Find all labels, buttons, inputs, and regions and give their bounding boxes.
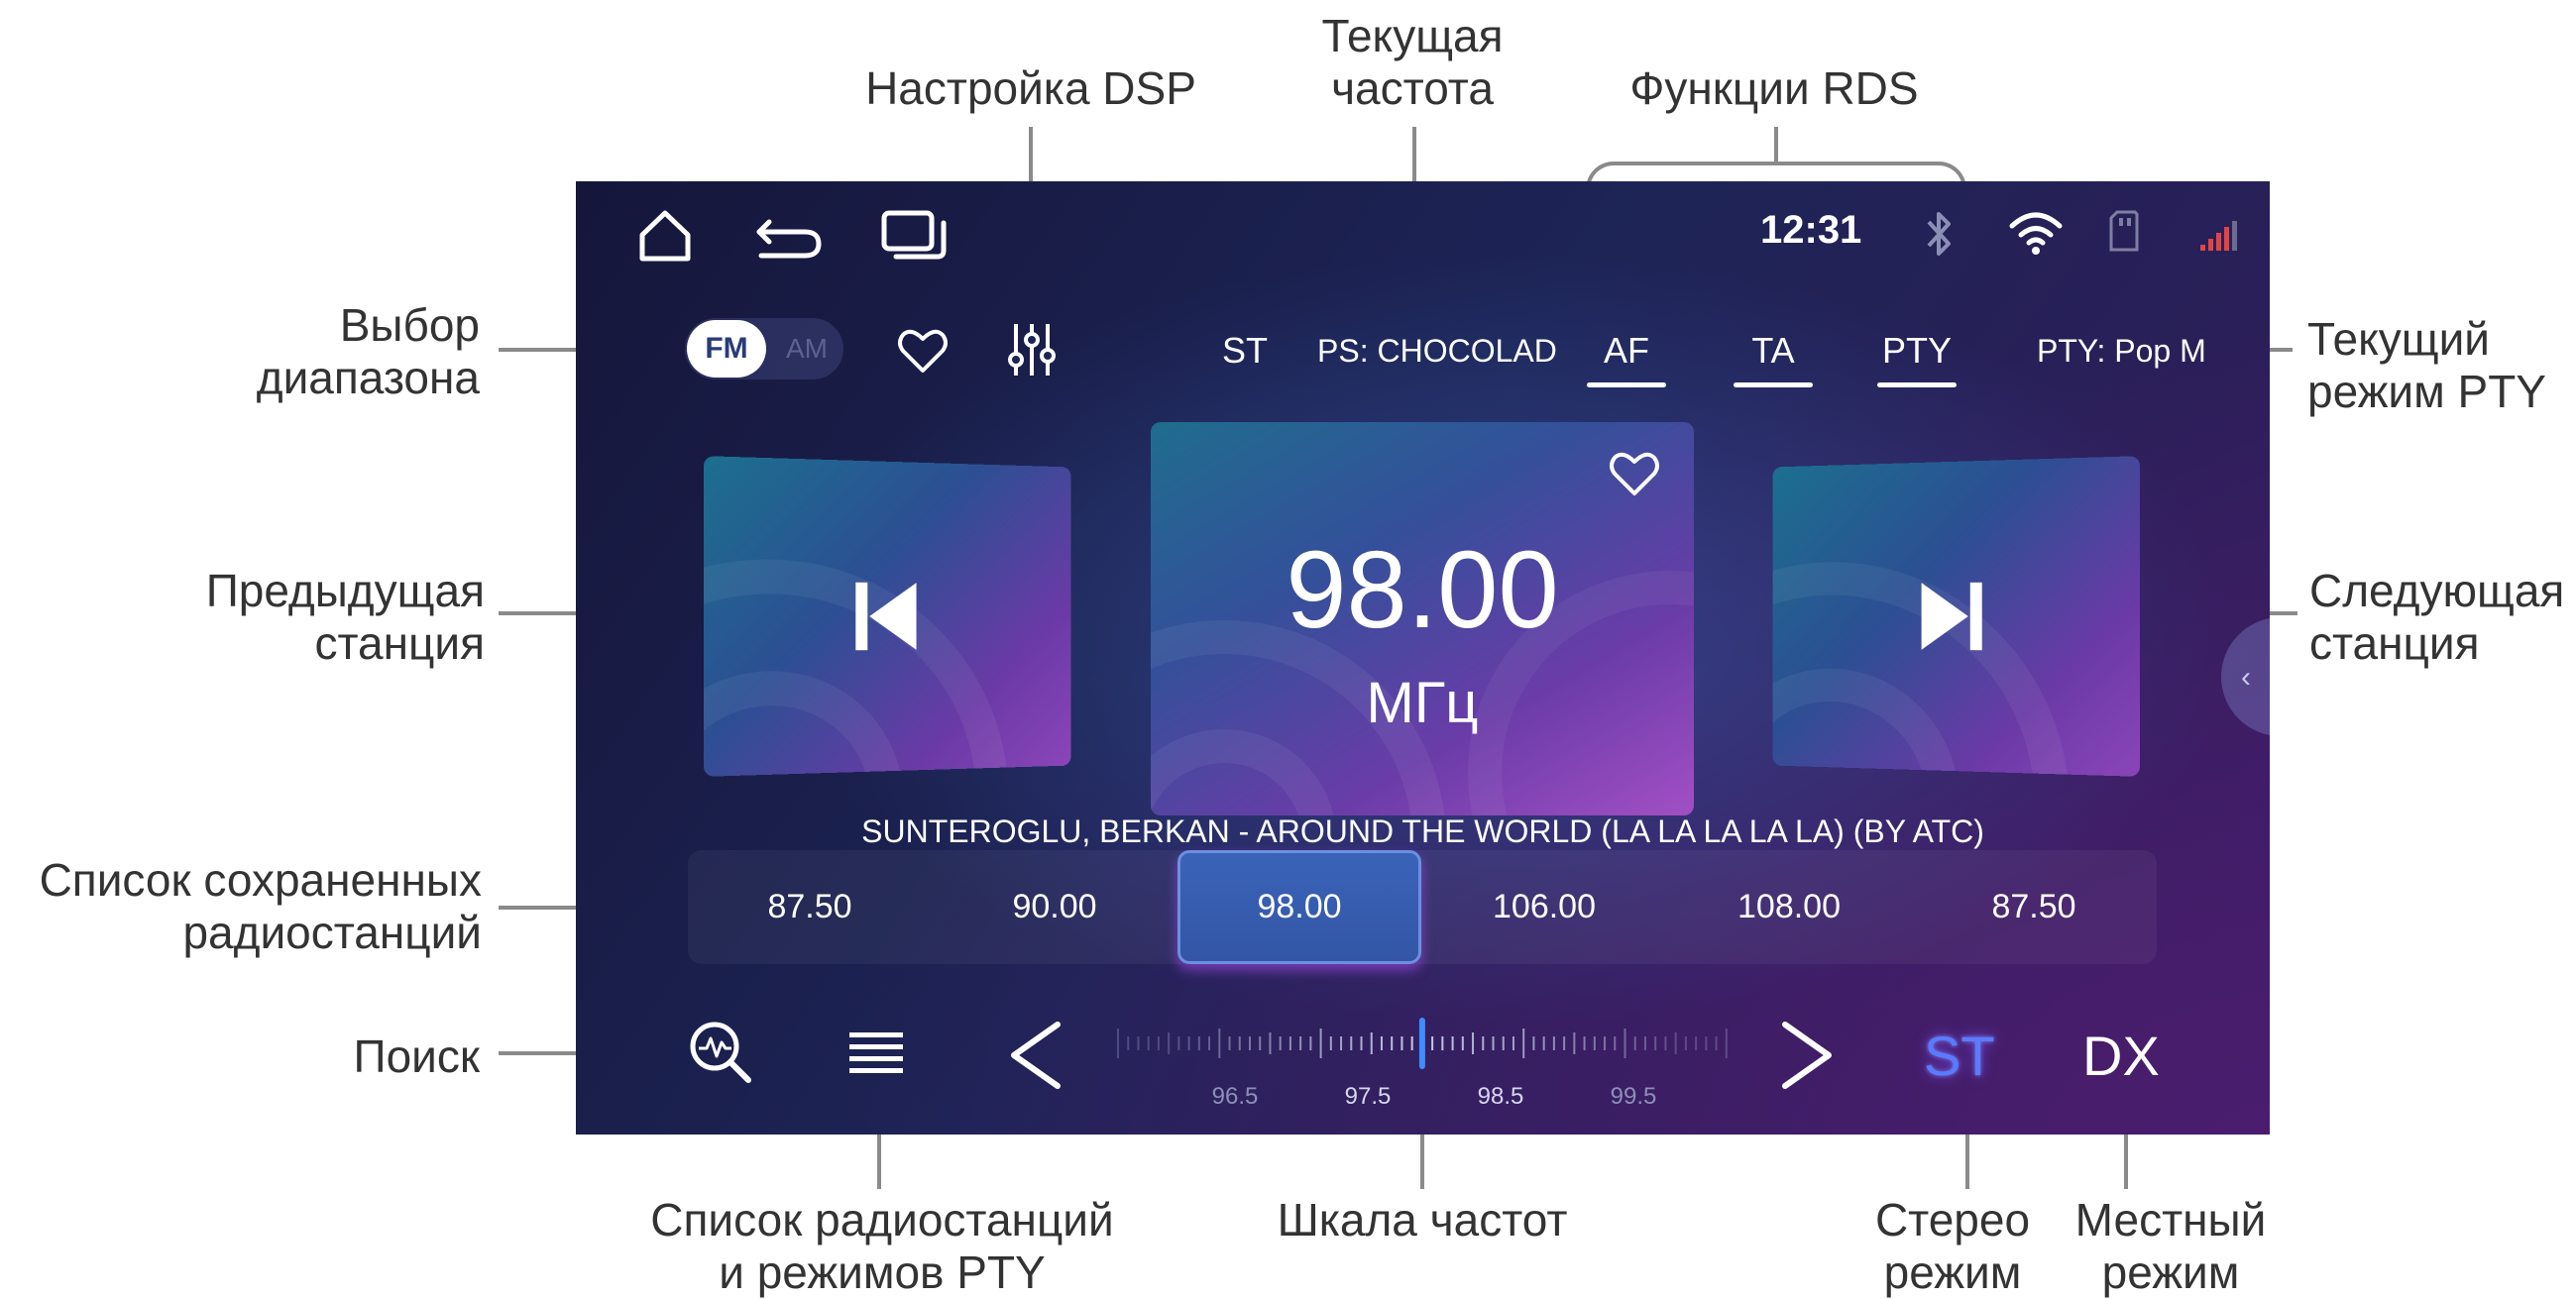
- prev-station-card[interactable]: [703, 456, 1071, 777]
- preset-item-active[interactable]: 98.00: [1177, 850, 1421, 964]
- scale-ticks: [1117, 1018, 1728, 1069]
- wifi-icon: [2008, 208, 2064, 258]
- search-icon[interactable]: [687, 1019, 756, 1088]
- back-icon[interactable]: [749, 206, 829, 266]
- callout-freq-scale: Шкала частот: [1277, 1194, 1568, 1245]
- favorite-icon[interactable]: [895, 323, 951, 379]
- current-station-card: 98.00 МГц: [1151, 422, 1694, 815]
- callout-rds-functions: Функции RDS: [1629, 62, 1919, 114]
- sd-card-icon: [2107, 208, 2141, 254]
- scale-label: 99.5: [1610, 1083, 1657, 1110]
- scale-label: 96.5: [1211, 1083, 1259, 1110]
- callout-current-frequency: Текущая частота: [1321, 10, 1504, 114]
- station-favorite-icon[interactable]: [1607, 446, 1662, 501]
- signal-icon: [2198, 219, 2238, 253]
- band-am-button[interactable]: AM: [770, 320, 843, 378]
- rds-ta-button[interactable]: TA: [1734, 330, 1813, 387]
- callout-band-select: Выбор диапазона: [256, 299, 480, 403]
- bluetooth-icon: [1919, 206, 1959, 262]
- home-icon[interactable]: [630, 201, 700, 271]
- frequency-unit: МГц: [1366, 671, 1479, 735]
- callout-next-station: Следующая станция: [2309, 565, 2565, 669]
- rds-af-label: AF: [1603, 330, 1649, 371]
- status-time: 12:31: [1760, 208, 1862, 252]
- scale-current-marker: [1418, 1018, 1425, 1069]
- band-fm-button[interactable]: FM: [687, 320, 766, 378]
- callout-saved-list: Список сохраненных радиостанций: [39, 854, 482, 958]
- callout-search: Поиск: [353, 1030, 480, 1082]
- callout-dsp-settings: Настройка DSP: [865, 62, 1196, 114]
- callout-station-pty-list: Список радиостанций и режимов PTY: [650, 1194, 1114, 1298]
- preset-item[interactable]: 108.00: [1667, 850, 1911, 964]
- rds-af-button[interactable]: AF: [1587, 330, 1666, 387]
- leader-rds: [1774, 127, 1778, 163]
- tune-up-icon[interactable]: [1775, 1019, 1839, 1092]
- callout-current-pty: Текущий режим PTY: [2307, 313, 2546, 417]
- rds-st-indicator: ST: [1222, 330, 1269, 371]
- previous-track-icon: [851, 579, 920, 655]
- preset-item[interactable]: 90.00: [933, 850, 1176, 964]
- rds-pty-current: PTY: Pop M: [2037, 333, 2206, 369]
- scale-label: 98.5: [1477, 1083, 1524, 1110]
- chevron-left-icon: ‹: [2241, 661, 2251, 694]
- rds-ps-name: PS: CHOCOLAD: [1317, 333, 1557, 369]
- preset-item[interactable]: 87.50: [688, 850, 932, 964]
- radio-screen: 12:31 FM AM ST PS: CHOCOLAD AF TA PTY PT…: [576, 181, 2270, 1135]
- callout-stereo-mode: Стерео режим: [1874, 1194, 2031, 1298]
- side-panel-handle[interactable]: ‹: [2221, 617, 2270, 736]
- tune-down-icon[interactable]: [1004, 1019, 1067, 1092]
- stereo-toggle[interactable]: ST: [1924, 1024, 1995, 1088]
- preset-item[interactable]: 87.50: [1912, 850, 2156, 964]
- recent-apps-icon[interactable]: [878, 203, 948, 267]
- rds-pty-button[interactable]: PTY: [1877, 330, 1957, 387]
- frequency-scale[interactable]: 96.5 97.5 98.5 99.5: [1116, 1014, 1731, 1113]
- local-dx-toggle[interactable]: DX: [2082, 1024, 2160, 1088]
- callout-local-mode: Местный режим: [2074, 1194, 2267, 1298]
- band-selector: FM AM: [685, 318, 843, 379]
- equalizer-icon[interactable]: [1004, 320, 1060, 379]
- next-station-card[interactable]: [1772, 456, 2141, 777]
- scale-label: 97.5: [1344, 1083, 1392, 1110]
- station-list-icon[interactable]: [846, 1028, 906, 1082]
- next-track-icon: [1918, 579, 1986, 655]
- saved-stations-list: 87.50 90.00 98.00 106.00 108.00 87.50: [688, 850, 2157, 964]
- rds-ta-label: TA: [1751, 330, 1795, 371]
- now-playing-text: SUNTEROGLU, BERKAN - AROUND THE WORLD (L…: [861, 813, 1984, 849]
- callout-prev-station: Предыдущая станция: [205, 565, 485, 669]
- preset-item[interactable]: 106.00: [1422, 850, 1666, 964]
- frequency-value: 98.00: [1286, 529, 1559, 651]
- rds-pty-label: PTY: [1881, 330, 1952, 371]
